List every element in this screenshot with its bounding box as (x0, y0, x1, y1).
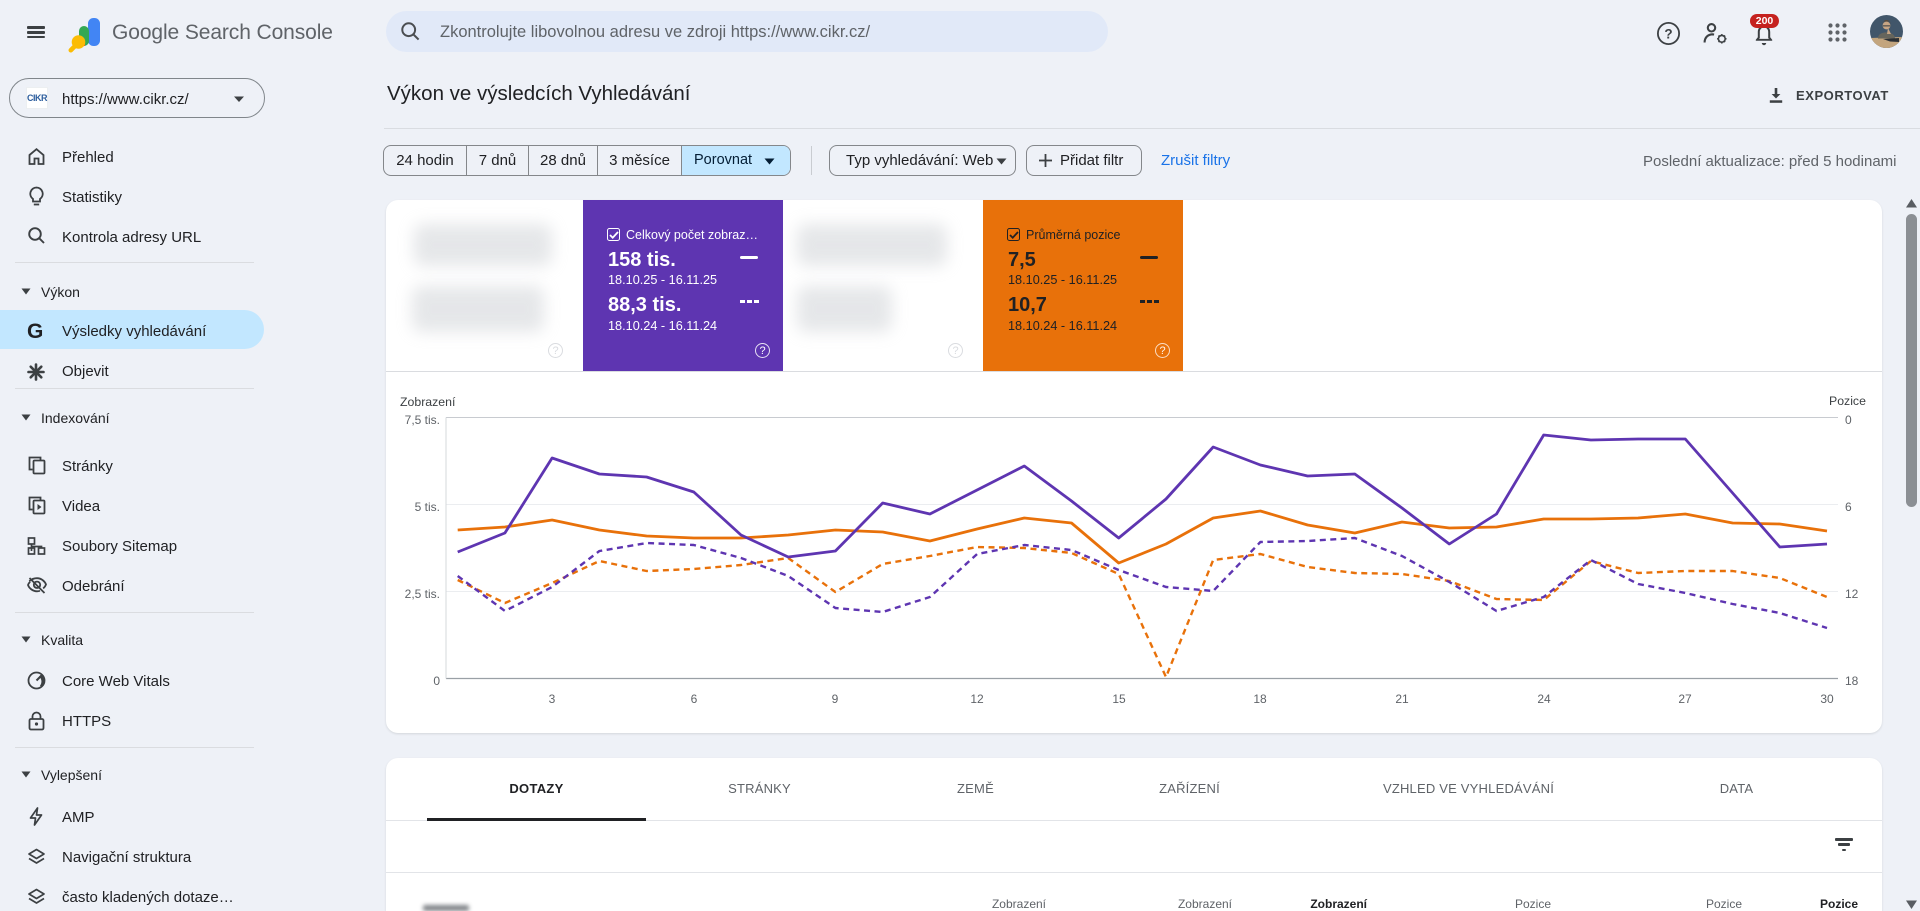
svg-text:?: ? (1664, 26, 1672, 41)
